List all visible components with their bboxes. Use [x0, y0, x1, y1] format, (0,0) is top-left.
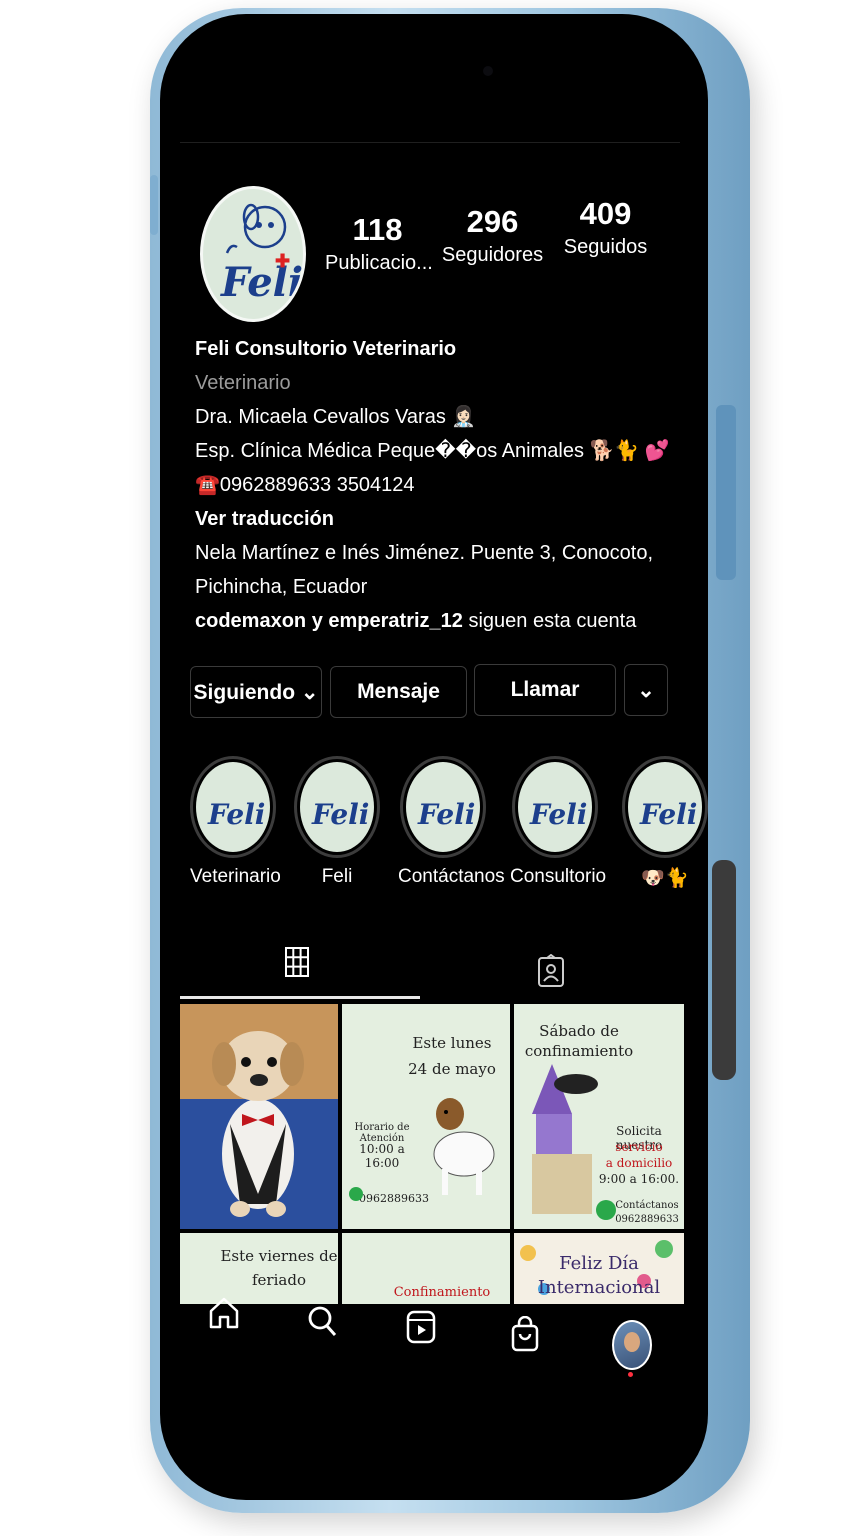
profile-avatar[interactable]: [612, 1320, 652, 1370]
active-tab-indicator: [180, 996, 420, 999]
avatar-face: [624, 1332, 640, 1352]
mute-switch: [150, 175, 158, 235]
profile-category: Veterinario: [195, 372, 291, 394]
highlight-ring: Feli: [400, 756, 486, 858]
profile-bio: Feli Consultorio Veterinario Veterinario…: [195, 332, 675, 638]
tagged-person-icon[interactable]: [537, 954, 565, 988]
stat-followers[interactable]: 296 Seguidores: [440, 204, 545, 267]
stat-posts-label: Publicacio...: [325, 252, 433, 274]
medical-cross-icon: ✚: [275, 251, 291, 271]
grid-post-3[interactable]: Sábado de confinamiento Solicita nuestro…: [514, 1004, 684, 1229]
grid-icon[interactable]: [284, 946, 310, 978]
grid-post-6[interactable]: Feliz Día Internacional: [514, 1233, 684, 1304]
highlight-feli[interactable]: Feli Feli: [294, 756, 380, 888]
stat-followers-value: 296: [466, 204, 519, 239]
bio-address-line1[interactable]: Nela Martínez e Inés Jiménez. Puente 3, …: [195, 536, 675, 570]
profile-name: Feli Consultorio Veterinario: [195, 338, 457, 360]
highlight-ring: Feli: [512, 756, 598, 858]
stat-following-value: 409: [579, 196, 632, 231]
header-divider: [180, 142, 680, 143]
translate-link[interactable]: Ver traducción: [195, 502, 675, 536]
highlight-contactanos[interactable]: Feli Contáctanos: [398, 756, 505, 888]
volume-button: [716, 405, 736, 580]
highlight-label: Contáctanos: [398, 866, 505, 887]
highlight-consultorio[interactable]: Feli Consultorio: [510, 756, 607, 888]
post4-line1: Este viernes de: [220, 1247, 338, 1265]
highlight-ring: Feli: [294, 756, 380, 858]
search-icon[interactable]: [306, 1304, 338, 1338]
grid-post-5[interactable]: Confinamiento: [342, 1233, 510, 1304]
following-button[interactable]: Siguiendo ⌄: [190, 666, 322, 718]
call-button[interactable]: Llamar: [474, 664, 616, 716]
highlight-logo: Feli: [640, 798, 698, 831]
mutual-followers-suffix: siguen esta cuenta: [462, 610, 637, 632]
highlight-ring: Feli: [190, 756, 276, 858]
mutual-followers-names: codemaxon y emperatriz_12: [195, 610, 463, 632]
bio-line-phone[interactable]: ☎️0962889633 3504124: [195, 468, 675, 502]
reels-icon[interactable]: [406, 1310, 436, 1344]
jack-russell-image: [349, 1098, 495, 1201]
cat-tower-image: [532, 1064, 616, 1220]
highlight-logo: Feli: [208, 798, 266, 831]
phone-screen: Feli ✚ 118 Publicacio... 296 Seguidores …: [160, 14, 708, 1500]
post6-line1: Feliz Día: [559, 1253, 639, 1274]
highlight-cover: Feli: [300, 762, 374, 852]
post6-line2: Internacional: [537, 1277, 661, 1298]
bio-address-line2[interactable]: Pichincha, Ecuador: [195, 570, 675, 604]
post5-line1: Confinamiento: [393, 1285, 491, 1300]
highlight-cover: Feli: [196, 762, 270, 852]
mutual-followers[interactable]: codemaxon y emperatriz_12 siguen esta cu…: [195, 604, 675, 638]
bio-line-doctor: Dra. Micaela Cevallos Varas 👩🏻‍⚕️: [195, 406, 477, 428]
avatar-logo-text: Feli: [221, 259, 304, 306]
highlight-label: Consultorio: [510, 866, 607, 887]
highlight-ring: Feli: [622, 756, 708, 858]
notification-dot: [628, 1372, 633, 1377]
highlight-label: 🐶🐈: [641, 868, 689, 889]
highlight-cover: Feli: [628, 762, 702, 852]
post4-line2: feriado: [252, 1271, 306, 1289]
highlight-label: Veterinario: [190, 866, 281, 887]
highlight-label: Feli: [321, 866, 353, 887]
message-button[interactable]: Mensaje: [330, 666, 467, 718]
power-button: [712, 860, 736, 1080]
shop-icon[interactable]: [510, 1316, 540, 1352]
stat-posts[interactable]: 118 Publicacio...: [325, 212, 433, 275]
stat-followers-label: Seguidores: [441, 244, 544, 266]
stat-following-label: Seguidos: [563, 236, 648, 258]
grid-post-2[interactable]: Este lunes 24 de mayo Horario de Atenció…: [342, 1004, 510, 1229]
post-grid: Este lunes 24 de mayo Horario de Atenció…: [180, 1004, 684, 1304]
highlight-logo: Feli: [312, 798, 370, 831]
highlight-logo: Feli: [530, 798, 588, 831]
stat-following[interactable]: 409 Seguidos: [558, 196, 653, 259]
home-icon[interactable]: [208, 1296, 240, 1330]
front-camera: [483, 66, 493, 76]
grid-post-1[interactable]: [180, 1004, 338, 1229]
highlight-veterinario[interactable]: Feli Veterinario: [190, 756, 281, 888]
more-options-button[interactable]: ⌄: [624, 664, 668, 716]
highlight-cover: Feli: [406, 762, 480, 852]
dog-photo-image: [212, 1031, 304, 1217]
highlight-cover: Feli: [518, 762, 592, 852]
grid-post-4[interactable]: Este viernes de feriado: [180, 1233, 338, 1304]
highlight-logo: Feli: [418, 798, 476, 831]
bio-line-specialty: Esp. Clínica Médica Peque��os Animales 🐕…: [195, 440, 670, 462]
profile-avatar[interactable]: Feli ✚: [200, 186, 306, 322]
highlight-pets[interactable]: Feli 🐶🐈: [622, 756, 708, 890]
stat-posts-value: 118: [352, 212, 403, 247]
